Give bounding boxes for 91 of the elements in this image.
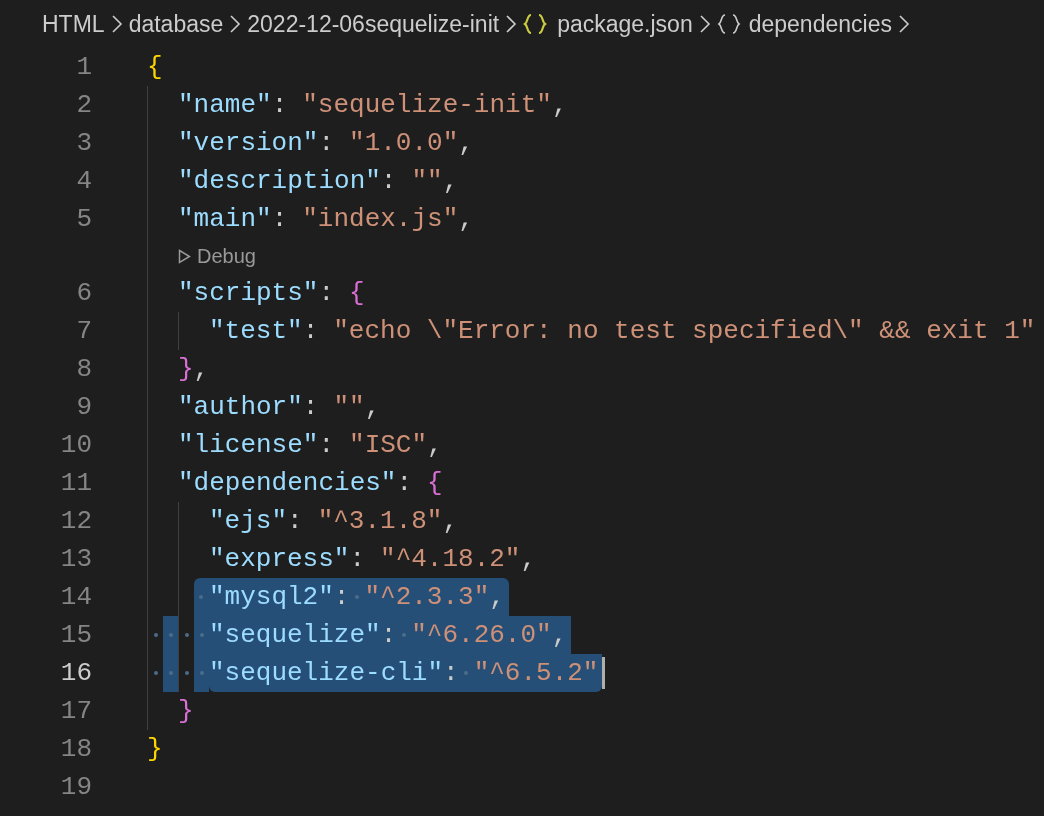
code-punctuation: : [271,202,288,236]
line-number: 12 [60,504,92,538]
code-punctuation: , [442,504,459,538]
line-number: 5 [76,202,92,236]
chevron-right-icon [698,14,711,34]
line-number: 18 [60,732,92,766]
code-brace: { [147,50,163,84]
curly-braces-icon [523,13,548,35]
code-punctuation: , [520,542,537,576]
code-punctuation: , [489,580,505,614]
line-number: 11 [60,466,92,500]
line-number: 14 [60,580,92,614]
breadcrumb-item[interactable]: HTML [42,6,105,42]
code-punctuation: : [318,276,335,310]
code-punctuation: : [302,314,319,348]
code-string: "echo \"Error: no test specified\" && exit 1" [333,314,1036,348]
chevron-right-icon [505,14,518,34]
code-key: "express" [209,539,350,579]
code-key: "scripts" [178,273,319,313]
line-number: 19 [60,770,92,804]
code-brace: } [178,694,194,728]
code-punctuation: , [458,126,474,160]
code-punctuation: : [443,656,459,690]
code-string: "index.js" [302,202,459,236]
code-punctuation: : [302,390,319,424]
line-number: 10 [60,428,92,462]
chevron-right-icon [897,14,910,34]
line-number: 15 [60,618,92,652]
breadcrumb-item[interactable]: package.json [557,6,693,42]
code-punctuation: : [318,126,335,160]
line-number: 8 [76,352,92,386]
code-brace: } [178,352,194,386]
line-number: 9 [76,390,92,424]
code-string: "sequelize-init" [302,88,552,122]
code-key: "name" [178,85,272,125]
code-string: "1.0.0" [349,126,459,160]
code-string: "^4.18.2" [380,542,521,576]
code-key: "main" [178,199,272,239]
code-punctuation: , [364,390,381,424]
code-punctuation: : [349,542,366,576]
code-key: "test" [209,311,303,351]
line-number: 1 [76,50,92,84]
breadcrumb-item[interactable]: dependencies [748,6,892,42]
code-key: "ejs" [209,501,287,541]
line-number: 16 [60,656,92,690]
code-key: "mysql2" [209,577,334,617]
line-number: 7 [76,314,92,348]
line-number: 3 [76,126,92,160]
code-brace: { [427,466,443,500]
curly-braces-icon [716,13,741,35]
code-key: "version" [178,123,319,163]
code-punctuation: , [551,88,568,122]
line-number: 13 [60,542,92,576]
breadcrumb-item[interactable]: 2022-12-06sequelize-init [247,6,500,42]
code-string: "" [411,164,443,198]
play-icon [178,248,191,264]
text-cursor [602,657,606,689]
code-key: "sequelize" [209,615,381,655]
code-brace: } [147,732,163,766]
chevron-right-icon [229,14,242,34]
code-string: "^6.26.0" [411,618,552,652]
code-brace: { [349,276,365,310]
code-key: "sequelize-cli" [209,653,444,693]
chevron-right-icon [110,14,123,34]
code-punctuation: , [551,618,568,652]
code-string: "ISC" [349,428,428,462]
code-string: "^3.1.8" [317,504,443,538]
code-punctuation: : [318,428,335,462]
code-key: "license" [178,425,319,465]
code-punctuation: : [333,580,350,614]
code-punctuation: , [458,202,474,236]
code-punctuation: : [287,504,303,538]
code-key: "description" [178,161,381,201]
code-punctuation: , [193,352,210,386]
code-string: "^6.5.2" [473,656,599,690]
code-key: "dependencies" [178,463,397,503]
code-punctuation: , [442,164,459,198]
code-punctuation: : [380,164,397,198]
debug-codelens[interactable]: Debug [178,241,256,271]
line-number: 6 [76,276,92,310]
line-number: 2 [76,88,92,122]
code-punctuation: : [396,466,413,500]
code-string: "" [333,390,365,424]
code-punctuation: : [271,88,288,122]
code-punctuation: : [380,618,397,652]
code-key: "author" [178,387,303,427]
line-number: 17 [60,694,92,728]
code-string: "^2.3.3" [364,580,490,614]
line-number: 4 [76,164,92,198]
breadcrumb-item[interactable]: database [128,6,224,42]
code-punctuation: , [427,428,443,462]
